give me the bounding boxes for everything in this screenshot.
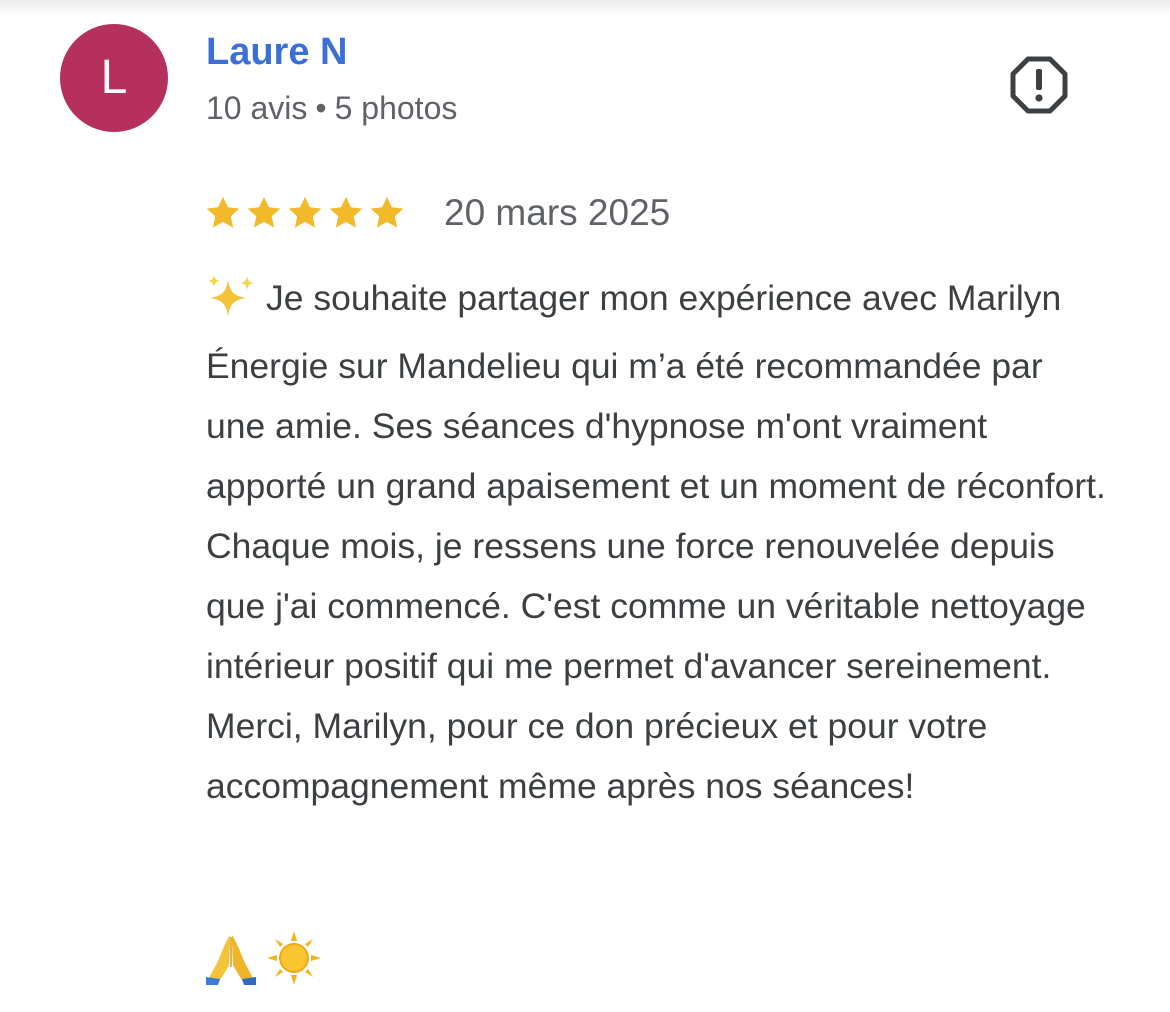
star-icon [247, 196, 281, 228]
review-card: L Laure N 10 avis • 5 photos 20 mars 2025 … [0, 0, 1170, 1012]
trailing-emojis [204, 928, 322, 988]
star-icon [206, 196, 240, 228]
review-body: Je souhaite partager mon expérience avec… [206, 268, 1111, 816]
avatar[interactable]: L [60, 24, 168, 132]
review-date: 20 mars 2025 [444, 192, 671, 233]
folded-hands-icon [204, 931, 258, 985]
star-rating [204, 194, 406, 232]
report-flag-icon[interactable] [1010, 56, 1068, 114]
reviewer-meta: 10 avis • 5 photos [206, 88, 457, 128]
avatar-letter: L [100, 51, 128, 104]
review-text: Je souhaite partager mon expérience avec… [206, 278, 1106, 806]
sparkles-icon [206, 274, 256, 336]
photos-count: 5 photos [334, 90, 458, 126]
star-icon [329, 196, 363, 228]
reviewer-name-link[interactable]: Laure N [206, 30, 347, 74]
star-icon [288, 196, 322, 228]
rating-row: 20 mars 2025 [204, 188, 670, 238]
meta-separator: • [315, 90, 327, 126]
reviews-count: 10 avis [206, 90, 308, 126]
sun-icon [266, 930, 322, 986]
star-icon [370, 196, 404, 228]
